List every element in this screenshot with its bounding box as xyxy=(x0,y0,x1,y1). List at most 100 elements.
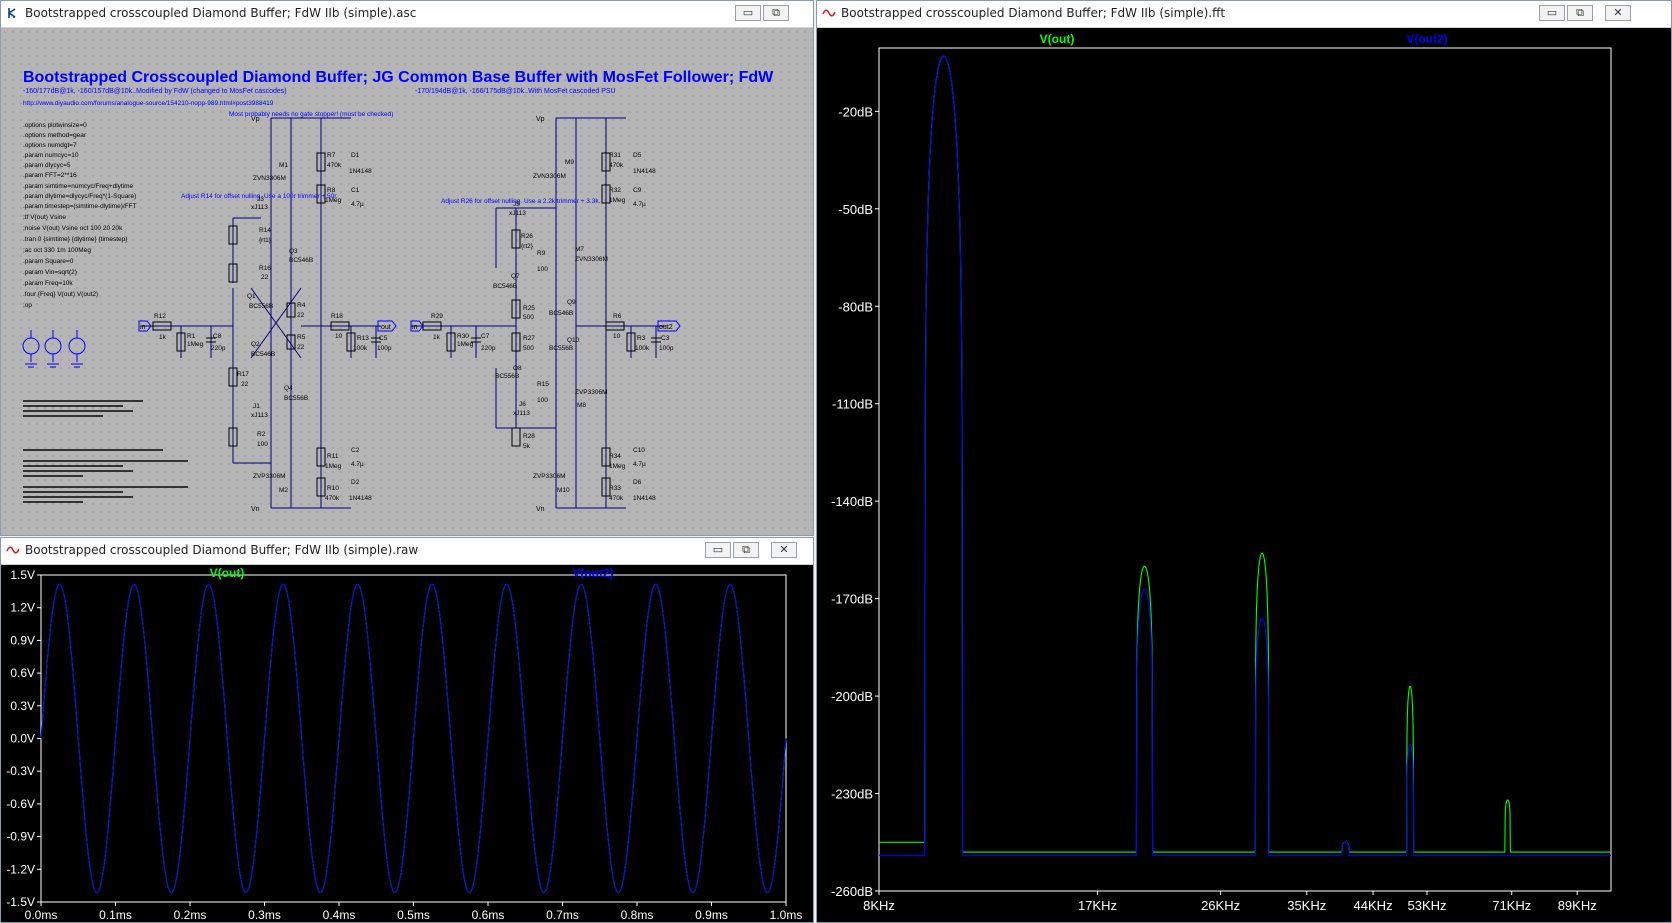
part-label: Q2 xyxy=(251,341,260,348)
part-value: 22 xyxy=(297,344,305,351)
directive-line: .options numdgt=7 xyxy=(23,142,77,149)
transient-plot-area[interactable]: 1.5V 1.2V 0.9V 0.6V 0.3V 0.0V -0.3V -0.6V -0.9V -… xyxy=(1,565,813,922)
schematic-titlebar[interactable]: Bootstrapped crosscoupled Diamond Buffer… xyxy=(1,1,813,28)
y-tick-label: -0.9V xyxy=(6,830,35,844)
part-label: R2 xyxy=(257,431,266,438)
trace-v-out2 xyxy=(40,583,787,894)
part-value: xJ113 xyxy=(251,412,268,419)
part-value: 1Meg xyxy=(457,341,474,348)
fft-window[interactable]: Bootstrapped crosscoupled Diamond Buffer… xyxy=(816,0,1672,923)
part-label: C3 xyxy=(661,335,670,342)
y-tick-label: 0.6V xyxy=(10,666,35,680)
part-label: R32 xyxy=(609,187,621,194)
part-value: {rt1} xyxy=(259,237,272,244)
part-value: 1k xyxy=(433,334,441,341)
directive-line: .param simtime=numcyc/Freq+dlytime xyxy=(23,183,134,190)
fft-y-tick-label: -140dB xyxy=(831,494,873,509)
fft-x-tick-label: 89KHz xyxy=(1558,898,1597,913)
schematic-url: http://www.diyaudio.com/forums/analogue-… xyxy=(23,100,274,107)
part-label: R5 xyxy=(297,334,306,341)
part-value: xJ113 xyxy=(509,210,526,217)
fft-legend-v-out2[interactable]: V(out2) xyxy=(1406,32,1447,46)
part-label: R10 xyxy=(327,485,339,492)
directive-line: .param FFT=2**16 xyxy=(23,172,77,179)
part-value: {rt2} xyxy=(521,243,534,250)
schematic-drawing[interactable]: Bootstrapped Crosscoupled Diamond Buffer… xyxy=(1,28,814,536)
part-label: Q9 xyxy=(567,299,576,306)
part-label: J6 xyxy=(519,401,526,408)
part-value: ZVP3306M xyxy=(575,389,608,396)
part-label: C10 xyxy=(633,447,645,454)
part-value: 1Meg xyxy=(187,341,204,348)
fft-y-tick-label: -230dB xyxy=(831,787,873,802)
part-label: R4 xyxy=(297,302,306,309)
transient-window[interactable]: Bootstrapped crosscoupled Diamond Buffer… xyxy=(0,537,814,923)
transient-minimize-button[interactable]: ▭ xyxy=(705,542,731,558)
part-value: 500 xyxy=(523,314,534,321)
x-tick-label: 0.3ms xyxy=(248,908,281,922)
y-tick-label: -0.6V xyxy=(6,797,35,811)
legend-v-out2[interactable]: V(out2) xyxy=(572,566,613,580)
y-tick-label: 1.2V xyxy=(10,601,35,615)
rail-vp-right: Vp xyxy=(536,116,545,123)
directive-line: .param dlycyc=5 xyxy=(23,162,71,169)
part-value: ZVN3306M xyxy=(575,256,608,263)
part-label: R3 xyxy=(637,335,646,342)
fft-plot-area[interactable]: -20dB -50dB -80dB -110dB -140dB -170dB -200dB -… xyxy=(817,28,1671,922)
part-value: 5k xyxy=(523,443,531,450)
part-label: R26 xyxy=(521,233,533,240)
fft-restore-button[interactable]: ⧉ xyxy=(1567,5,1593,21)
part-label: R18 xyxy=(331,313,343,320)
part-value: 220p xyxy=(481,345,496,352)
fft-close-button[interactable]: ✕ xyxy=(1605,5,1631,21)
directive-line: ;op xyxy=(23,302,32,309)
fft-x-tick-label: 35KHz xyxy=(1287,898,1326,913)
schematic-subtitle-left: -160/177dB@1k, -160/157dB@10k..Modified … xyxy=(23,88,287,95)
schematic-window[interactable]: Bootstrapped crosscoupled Diamond Buffer… xyxy=(0,0,814,536)
part-label: R6 xyxy=(613,313,622,320)
x-tick-label: 0.6ms xyxy=(472,908,505,922)
fft-legend-v-out[interactable]: V(out) xyxy=(1040,32,1075,46)
fft-x-tick-label: 44KHz xyxy=(1354,898,1393,913)
part-label: D2 xyxy=(351,479,360,486)
fft-chart[interactable]: -20dB -50dB -80dB -110dB -140dB -170dB -200dB -… xyxy=(817,28,1671,922)
schematic-restore-button[interactable]: ⧉ xyxy=(763,5,789,21)
part-value: 100k xyxy=(353,345,368,352)
schematic-canvas[interactable]: Bootstrapped Crosscoupled Diamond Buffer… xyxy=(1,28,813,535)
part-label: M9 xyxy=(565,159,574,166)
part-value: ZVP3306M xyxy=(253,473,286,480)
fft-minimize-button[interactable]: ▭ xyxy=(1539,5,1565,21)
part-label: C9 xyxy=(633,187,642,194)
rail-vn-left: Vn xyxy=(251,506,260,513)
part-value: xJ113 xyxy=(513,410,530,417)
part-label: M10 xyxy=(557,487,570,494)
fft-y-tick-label: -170dB xyxy=(831,592,873,607)
part-value: BC556B xyxy=(549,345,573,352)
part-value: 100 xyxy=(257,441,268,448)
part-value: 10 xyxy=(335,333,343,340)
part-value: 1k xyxy=(159,334,167,341)
x-tick-label: 0.2ms xyxy=(174,908,207,922)
x-tick-label: 0.5ms xyxy=(397,908,430,922)
part-value: BC546B xyxy=(251,351,275,358)
schematic-minimize-button[interactable]: ▭ xyxy=(735,5,761,21)
part-label: R14 xyxy=(259,227,271,234)
transient-restore-button[interactable]: ⧉ xyxy=(733,542,759,558)
part-label: R33 xyxy=(609,485,621,492)
transient-close-button[interactable]: ✕ xyxy=(771,542,797,558)
transient-titlebar[interactable]: Bootstrapped crosscoupled Diamond Buffer… xyxy=(1,538,813,565)
part-label: J5 xyxy=(513,201,520,208)
directive-line: .options plotwinsize=0 xyxy=(23,122,87,129)
part-label: R34 xyxy=(609,453,621,460)
port-in-right: in xyxy=(412,324,418,331)
schematic-app-icon xyxy=(8,8,16,18)
transient-chart[interactable]: 1.5V 1.2V 0.9V 0.6V 0.3V 0.0V -0.3V -0.6V -0.9V -… xyxy=(1,565,813,922)
x-tick-label: 0.4ms xyxy=(323,908,356,922)
directive-line: .four {Freq} V(out) V(out2) xyxy=(23,291,98,298)
transient-title: Bootstrapped crosscoupled Diamond Buffer… xyxy=(25,543,419,557)
part-value: ZVP3306M xyxy=(533,473,566,480)
y-tick-label: 0.3V xyxy=(10,699,35,713)
part-label: R15 xyxy=(537,381,549,388)
fft-titlebar[interactable]: Bootstrapped crosscoupled Diamond Buffer… xyxy=(817,1,1671,28)
legend-v-out[interactable]: V(out) xyxy=(210,566,245,580)
